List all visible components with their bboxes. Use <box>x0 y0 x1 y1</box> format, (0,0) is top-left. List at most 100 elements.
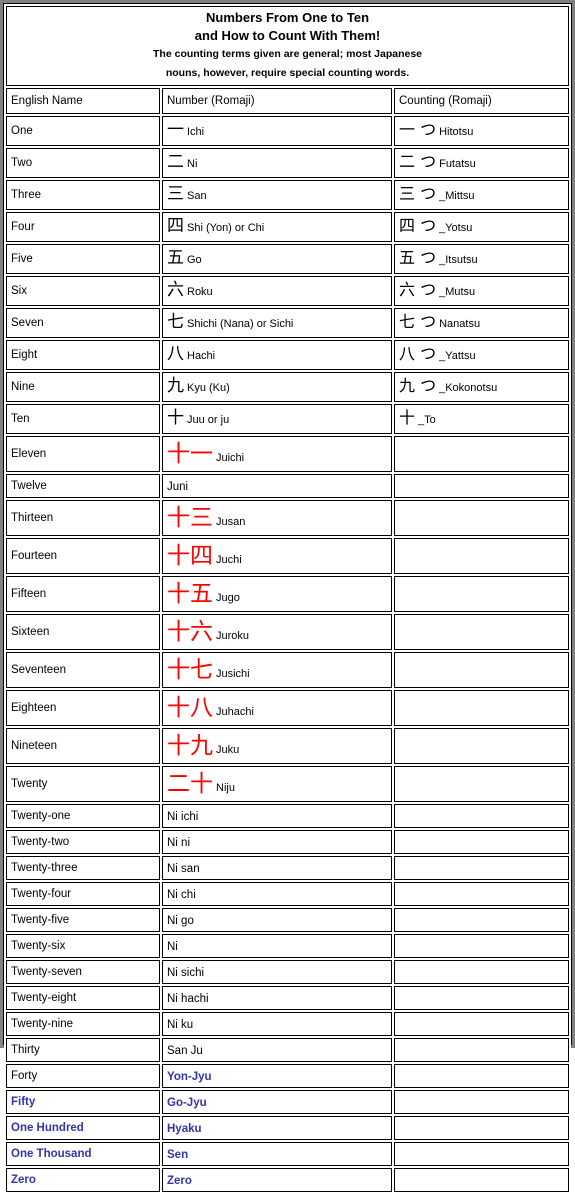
counting-romaji-label: _Yattsu <box>439 350 476 362</box>
table-row: Fifty Go-Jyu <box>6 1090 570 1114</box>
number-kanji-glyph: 十三 <box>167 504 213 531</box>
cell-english-name: Fourteen <box>6 538 160 574</box>
counting-kanji-glyph: 七 つ <box>399 312 437 331</box>
cell-counting-romaji <box>394 1090 570 1114</box>
cell-number-romaji: 十八 Juhachi <box>162 690 392 726</box>
number-romaji-label: Juu or ju <box>187 414 230 426</box>
number-kanji-glyph: 二 <box>167 152 184 172</box>
counting-kanji-glyph: 五 つ <box>399 248 437 267</box>
table-row: Thirteen 十三 Jusan <box>6 500 570 536</box>
number-romaji-label: Roku <box>187 286 213 298</box>
number-romaji-label: Jugo <box>216 591 240 604</box>
cell-number-romaji: 五 Go <box>162 244 392 274</box>
cell-counting-romaji <box>394 1116 570 1140</box>
cell-number-romaji: 十五 Jugo <box>162 576 392 612</box>
table-row: Twenty-one Ni ichi <box>6 804 570 828</box>
table-row: Twenty-seven Ni sichi <box>6 960 570 984</box>
number-kanji-glyph: 十四 <box>167 542 213 569</box>
cell-english-name: Twelve <box>6 474 160 498</box>
number-kanji-glyph: 五 <box>167 248 184 268</box>
number-romaji-label: Ni hachi <box>167 993 209 1005</box>
cell-counting-romaji <box>394 474 570 498</box>
cell-number-romaji: Ni go <box>162 908 392 932</box>
cell-english-name: One <box>6 116 160 146</box>
table-row: Four 四 Shi (Yon) or Chi 四 つ _Yotsu <box>6 212 570 242</box>
number-romaji-label: Juchi <box>216 553 242 566</box>
cell-counting-romaji <box>394 1038 570 1062</box>
cell-number-romaji: Ni hachi <box>162 986 392 1010</box>
cell-number-romaji: Ni ni <box>162 830 392 854</box>
counting-kanji-glyph: 二 つ <box>399 152 437 171</box>
cell-counting-romaji <box>394 652 570 688</box>
cell-counting-romaji: 四 つ _Yotsu <box>394 212 570 242</box>
cell-number-romaji: Zero <box>162 1168 392 1192</box>
cell-english-name: One Hundred <box>6 1116 160 1140</box>
cell-english-name: Forty <box>6 1064 160 1088</box>
table-row: Seven 七 Shichi (Nana) or Sichi 七 つ Nanatsu <box>6 308 570 338</box>
cell-english-name: Thirteen <box>6 500 160 536</box>
table-row: Twenty-four Ni chi <box>6 882 570 906</box>
counting-kanji-glyph: 八 つ <box>399 344 437 363</box>
cell-counting-romaji <box>394 804 570 828</box>
cell-english-name: Six <box>6 276 160 306</box>
table-row: One Thousand Sen <box>6 1142 570 1166</box>
cell-english-name: Two <box>6 148 160 178</box>
number-kanji-glyph: 四 <box>167 216 184 236</box>
number-romaji-label: Juku <box>216 743 240 756</box>
number-romaji-label: Hachi <box>187 350 216 362</box>
column-header-number: Number (Romaji) <box>162 88 392 114</box>
table-row: Thirty San Ju <box>6 1038 570 1062</box>
cell-english-name: Nine <box>6 372 160 402</box>
cell-number-romaji: Ni ichi <box>162 804 392 828</box>
cell-english-name: Twenty-six <box>6 934 160 958</box>
cell-counting-romaji <box>394 882 570 906</box>
cell-number-romaji: Ni ku <box>162 1012 392 1036</box>
cell-counting-romaji: 一 つ Hitotsu <box>394 116 570 146</box>
cell-counting-romaji <box>394 1064 570 1088</box>
table-row: Seventeen 十七 Jusichi <box>6 652 570 688</box>
counting-kanji-glyph: 三 つ <box>399 184 437 203</box>
cell-number-romaji: Go-Jyu <box>162 1090 392 1114</box>
table-row: Ten 十 Juu or ju 十 _To <box>6 404 570 434</box>
table-row: Twenty-six Ni <box>6 934 570 958</box>
cell-number-romaji: 四 Shi (Yon) or Chi <box>162 212 392 242</box>
number-romaji-label: Jusan <box>216 515 246 528</box>
table-row: Eleven 十一 Juichi <box>6 436 570 472</box>
column-header-counting: Counting (Romaji) <box>394 88 570 114</box>
cell-counting-romaji: 八 つ _Yattsu <box>394 340 570 370</box>
number-kanji-glyph: 二十 <box>167 770 213 797</box>
cell-english-name: Fifteen <box>6 576 160 612</box>
cell-counting-romaji <box>394 1168 570 1192</box>
table-row: Fifteen 十五 Jugo <box>6 576 570 612</box>
number-romaji-label: Go <box>187 254 202 266</box>
cell-number-romaji: Ni <box>162 934 392 958</box>
cell-number-romaji: Sen <box>162 1142 392 1166</box>
cell-english-name: Eighteen <box>6 690 160 726</box>
column-header-english: English Name <box>6 88 160 114</box>
cell-english-name: Twenty-eight <box>6 986 160 1010</box>
cell-english-name: Ten <box>6 404 160 434</box>
cell-english-name: Twenty-four <box>6 882 160 906</box>
cell-number-romaji: Juni <box>162 474 392 498</box>
cell-counting-romaji <box>394 908 570 932</box>
counting-romaji-label: _Itsutsu <box>439 254 478 266</box>
cell-counting-romaji <box>394 1142 570 1166</box>
number-romaji-label: Ni <box>187 158 198 170</box>
cell-counting-romaji: 二 つ Futatsu <box>394 148 570 178</box>
cell-counting-romaji <box>394 960 570 984</box>
number-romaji-label: Ni chi <box>167 889 196 901</box>
cell-counting-romaji <box>394 934 570 958</box>
table-row: Twenty-three Ni san <box>6 856 570 880</box>
number-romaji-label: Kyu (Ku) <box>187 382 230 394</box>
counting-kanji-glyph: 一 つ <box>399 120 437 139</box>
table-row: Fourteen 十四 Juchi <box>6 538 570 574</box>
counting-kanji-glyph: 十 <box>399 408 416 427</box>
number-romaji-label: Juni <box>167 481 189 493</box>
cell-counting-romaji <box>394 766 570 802</box>
table-row: Twenty 二十 Niju <box>6 766 570 802</box>
cell-number-romaji: Hyaku <box>162 1116 392 1140</box>
cell-counting-romaji <box>394 986 570 1010</box>
table-row: Twenty-five Ni go <box>6 908 570 932</box>
table-row: Nineteen 十九 Juku <box>6 728 570 764</box>
cell-english-name: Seventeen <box>6 652 160 688</box>
